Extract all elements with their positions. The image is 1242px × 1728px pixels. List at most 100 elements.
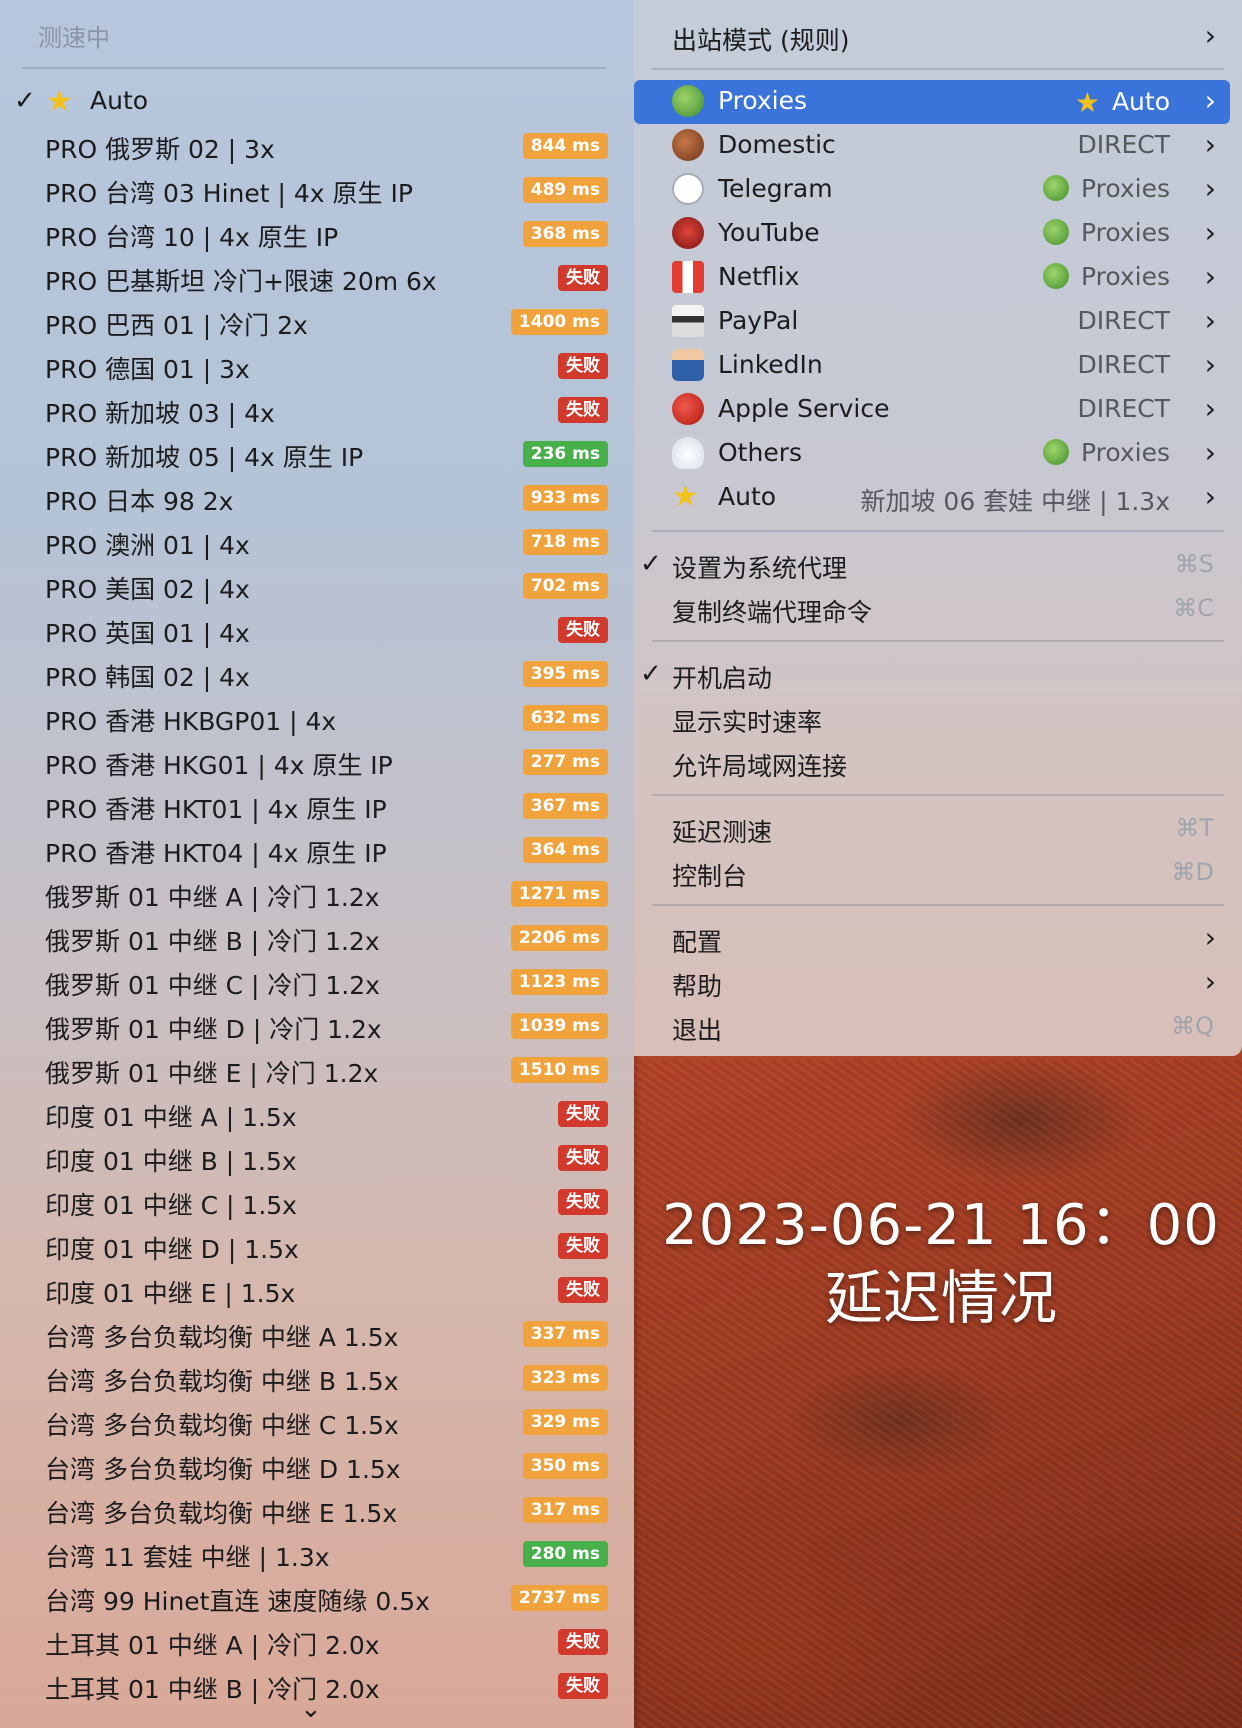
chevron-right-icon: › bbox=[1204, 84, 1216, 117]
latency-badge: 失败 bbox=[558, 1101, 608, 1127]
proxy-list-item[interactable]: 俄罗斯 01 中继 B | 冷门 1.2x 2206 ms bbox=[0, 916, 634, 960]
proxy-list-item[interactable]: 台湾 多台负载均衡 中继 C 1.5x 329 ms bbox=[0, 1400, 634, 1444]
proxy-list-item[interactable]: 台湾 多台负载均衡 中继 B 1.5x 323 ms bbox=[0, 1356, 634, 1400]
proxy-list-item[interactable]: PRO 巴西 01 | 冷门 2x 1400 ms bbox=[0, 300, 634, 344]
latency-badge: 2737 ms bbox=[510, 1585, 608, 1611]
proxy-list-item[interactable]: PRO 新加坡 03 | 4x 失败 bbox=[0, 388, 634, 432]
proxy-list-item[interactable]: 俄罗斯 01 中继 D | 冷门 1.2x 1039 ms bbox=[0, 1004, 634, 1048]
group-label: YouTube bbox=[718, 218, 820, 247]
chevron-right-icon: › bbox=[1204, 921, 1216, 954]
proxy-list-item[interactable]: 俄罗斯 01 中继 A | 冷门 1.2x 1271 ms bbox=[0, 872, 634, 916]
proxy-list-item[interactable]: 印度 01 中继 D | 1.5x 失败 bbox=[0, 1224, 634, 1268]
proxy-list-item[interactable]: 台湾 多台负载均衡 中继 E 1.5x 317 ms bbox=[0, 1488, 634, 1532]
proxy-name: 台湾 多台负载均衡 中继 E 1.5x bbox=[45, 1499, 398, 1528]
group-value-text: Proxies bbox=[1080, 438, 1170, 467]
proxy-list-item[interactable]: PRO 俄罗斯 02 | 3x 844 ms bbox=[0, 124, 634, 168]
group-label: Others bbox=[718, 438, 803, 467]
proxy-group-others[interactable]: Others Proxies › bbox=[634, 432, 1242, 476]
proxy-list-item[interactable]: PRO 香港 HKG01 | 4x 原生 IP 277 ms bbox=[0, 740, 634, 784]
proxy-list-item[interactable]: PRO 英国 01 | 4x 失败 bbox=[0, 608, 634, 652]
proxy-list-item[interactable]: 台湾 多台负载均衡 中继 A 1.5x 337 ms bbox=[0, 1312, 634, 1356]
overlay-caption: 延迟情况 bbox=[824, 1264, 1057, 1332]
proxy-list-item[interactable]: PRO 香港 HKBGP01 | 4x 632 ms bbox=[0, 696, 634, 740]
config-menu-item[interactable]: 配置 › bbox=[634, 917, 1242, 961]
proxy-group-domestic[interactable]: Domestic DIRECT › bbox=[634, 124, 1242, 168]
keyboard-shortcut: ⌘D bbox=[1171, 858, 1214, 886]
latency-badge: 失败 bbox=[558, 1629, 608, 1655]
group-value-text: Proxies bbox=[1080, 174, 1170, 203]
proxy-name: 俄罗斯 01 中继 E | 冷门 1.2x bbox=[45, 1059, 379, 1088]
proxy-list-item[interactable]: 印度 01 中继 B | 1.5x 失败 bbox=[0, 1136, 634, 1180]
proxy-list-item[interactable]: PRO 德国 01 | 3x 失败 bbox=[0, 344, 634, 388]
proxy-list-item[interactable]: PRO 新加坡 05 | 4x 原生 IP 236 ms bbox=[0, 432, 634, 476]
star-icon: ★ bbox=[672, 479, 699, 514]
group-value-text: DIRECT bbox=[1077, 130, 1170, 159]
system-menu-item[interactable]: ✓ 设置为系统代理 ⌘S bbox=[634, 543, 1242, 587]
proxy-menu-header: 测速中 bbox=[38, 24, 110, 52]
tool-menu-item[interactable]: 控制台 ⌘D bbox=[634, 851, 1242, 895]
proxy-list-item[interactable]: 台湾 11 套娃 中继 | 1.3x 280 ms bbox=[0, 1532, 634, 1576]
proxy-name: 印度 01 中继 C | 1.5x bbox=[45, 1191, 297, 1220]
proxy-group-netflix[interactable]: Netflix Proxies › bbox=[634, 256, 1242, 300]
latency-badge: 718 ms bbox=[522, 529, 608, 555]
proxy-list-item[interactable]: PRO 日本 98 2x 933 ms bbox=[0, 476, 634, 520]
startup-menu-item[interactable]: 允许局域网连接 bbox=[634, 741, 1242, 785]
latency-badge: 失败 bbox=[558, 617, 608, 643]
proxy-list-item[interactable]: PRO 澳洲 01 | 4x 718 ms bbox=[0, 520, 634, 564]
proxy-list-item[interactable]: ✓ ★ Auto bbox=[0, 80, 634, 124]
proxy-list-item[interactable]: PRO 香港 HKT04 | 4x 原生 IP 364 ms bbox=[0, 828, 634, 872]
latency-badge: 1510 ms bbox=[510, 1057, 608, 1083]
proxy-list-item[interactable]: PRO 巴基斯坦 冷门+限速 20m 6x 失败 bbox=[0, 256, 634, 300]
proxy-list-item[interactable]: 土耳其 01 中继 A | 冷门 2.0x 失败 bbox=[0, 1620, 634, 1664]
proxy-group-youtube[interactable]: YouTube Proxies › bbox=[634, 212, 1242, 256]
group-selected-value: DIRECT bbox=[1077, 306, 1170, 335]
group-value-text: DIRECT bbox=[1077, 306, 1170, 335]
proxy-list-item[interactable]: 印度 01 中继 A | 1.5x 失败 bbox=[0, 1092, 634, 1136]
config-menu-item[interactable]: 退出 ⌘Q bbox=[634, 1005, 1242, 1049]
proxy-list-item[interactable]: PRO 韩国 02 | 4x 395 ms bbox=[0, 652, 634, 696]
startup-menu-item[interactable]: 显示实时速率 bbox=[634, 697, 1242, 741]
config-menu-item[interactable]: 帮助 › bbox=[634, 961, 1242, 1005]
proxy-list-item[interactable]: PRO 美国 02 | 4x 702 ms bbox=[0, 564, 634, 608]
keyboard-shortcut: ⌘T bbox=[1175, 814, 1214, 842]
main-menu: 出站模式 (规则) › Proxies ★ Auto › Domestic DIRECT ›… bbox=[634, 0, 1242, 1056]
proxy-list-item[interactable]: 台湾 99 Hinet直连 速度随缘 0.5x 2737 ms bbox=[0, 1576, 634, 1620]
proxy-group-linkedin[interactable]: LinkedIn DIRECT › bbox=[634, 344, 1242, 388]
latency-badge: 337 ms bbox=[522, 1321, 608, 1347]
startup-menu-item[interactable]: ✓ 开机启动 bbox=[634, 653, 1242, 697]
outbound-mode-menu-item[interactable]: 出站模式 (规则) › bbox=[634, 15, 1242, 59]
proxy-list-item[interactable]: PRO 香港 HKT01 | 4x 原生 IP 367 ms bbox=[0, 784, 634, 828]
proxy-list-item[interactable]: PRO 台湾 03 Hinet | 4x 原生 IP 489 ms bbox=[0, 168, 634, 212]
proxy-name: Auto bbox=[90, 86, 149, 115]
proxy-name: 台湾 多台负载均衡 中继 D 1.5x bbox=[45, 1455, 401, 1484]
overlay-date-time: 2023-06-21 16：00 bbox=[662, 1193, 1220, 1258]
group-label: Auto bbox=[718, 482, 777, 511]
proxy-name: PRO 巴基斯坦 冷门+限速 20m 6x bbox=[45, 267, 437, 296]
group-label: Telegram bbox=[718, 174, 833, 203]
group-selected-value: DIRECT bbox=[1077, 130, 1170, 159]
proxy-group-paypal[interactable]: PayPal DIRECT › bbox=[634, 300, 1242, 344]
proxy-group-proxies[interactable]: Proxies ★ Auto › bbox=[634, 80, 1242, 124]
proxy-name: PRO 韩国 02 | 4x bbox=[45, 663, 250, 692]
proxy-group-apple-service[interactable]: Apple Service DIRECT › bbox=[634, 388, 1242, 432]
group-label: PayPal bbox=[718, 306, 799, 335]
chevron-right-icon: › bbox=[1204, 392, 1216, 425]
scroll-down-icon[interactable]: ⌄ bbox=[300, 1694, 322, 1724]
proxy-list-item[interactable]: PRO 台湾 10 | 4x 原生 IP 368 ms bbox=[0, 212, 634, 256]
proxy-name: PRO 英国 01 | 4x bbox=[45, 619, 250, 648]
leaf-icon bbox=[1042, 439, 1069, 465]
tool-menu-item[interactable]: 延迟测速 ⌘T bbox=[634, 807, 1242, 851]
latency-badge: 933 ms bbox=[522, 485, 608, 511]
proxy-list-item[interactable]: 印度 01 中继 E | 1.5x 失败 bbox=[0, 1268, 634, 1312]
leaf-icon bbox=[1042, 175, 1069, 201]
checkmark-icon: ✓ bbox=[14, 86, 36, 116]
proxy-group-telegram[interactable]: Telegram Proxies › bbox=[634, 168, 1242, 212]
proxy-list-item[interactable]: 印度 01 中继 C | 1.5x 失败 bbox=[0, 1180, 634, 1224]
latency-badge: 1400 ms bbox=[510, 309, 608, 335]
system-menu-item[interactable]: 复制终端代理命令 ⌘C bbox=[634, 587, 1242, 631]
proxy-list-item[interactable]: 台湾 多台负载均衡 中继 D 1.5x 350 ms bbox=[0, 1444, 634, 1488]
latency-badge: 失败 bbox=[558, 1673, 608, 1699]
proxy-list-item[interactable]: 俄罗斯 01 中继 C | 冷门 1.2x 1123 ms bbox=[0, 960, 634, 1004]
proxy-list-item[interactable]: 俄罗斯 01 中继 E | 冷门 1.2x 1510 ms bbox=[0, 1048, 634, 1092]
proxy-group-auto[interactable]: ★ Auto 新加坡 06 套娃 中继 | 1.3x › bbox=[634, 476, 1242, 520]
